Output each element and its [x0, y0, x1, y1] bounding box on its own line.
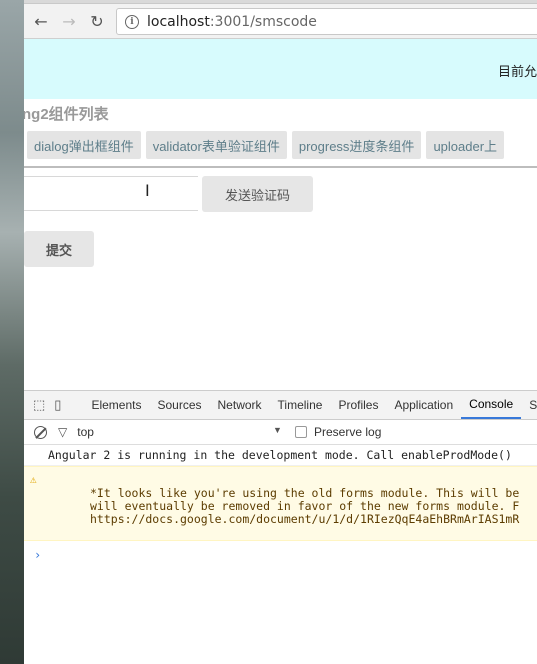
top-banner: 目前允: [24, 39, 537, 99]
tab-validator[interactable]: validator表单验证组件: [145, 131, 287, 159]
preserve-log-checkbox[interactable]: [295, 426, 307, 438]
tab-security[interactable]: S: [521, 391, 537, 419]
warning-message: ⚠ *It looks like you're using the old fo…: [24, 466, 537, 541]
url-path: :3001/smscode: [209, 13, 317, 30]
component-list-title: ng2组件列表: [24, 106, 109, 123]
warning-text: *It looks like you're using the old form…: [90, 486, 520, 526]
tab-network[interactable]: Network: [210, 391, 270, 419]
tab-console[interactable]: Console: [461, 391, 522, 419]
banner-text: 目前允: [497, 65, 537, 80]
filter-icon[interactable]: ▽: [58, 425, 67, 439]
arrow-right-icon: →: [62, 11, 76, 31]
reload-icon: ↻: [90, 11, 104, 31]
arrow-left-icon: ←: [34, 11, 48, 31]
submit-button[interactable]: 提交: [24, 231, 94, 267]
tab-timeline[interactable]: Timeline: [270, 391, 331, 419]
device-toolbar-icon[interactable]: ▯: [54, 397, 61, 413]
divider: [24, 166, 537, 168]
text-cursor-icon: I: [145, 181, 150, 200]
console-prompt[interactable]: ›: [24, 545, 537, 565]
console-toolbar: ▽ top ▼ Preserve log: [24, 420, 537, 445]
log-line: Angular 2 is running in the development …: [24, 445, 537, 466]
page-content: 目前允 ng2组件列表 dialog弹出框组件 validator表单验证组件 …: [24, 39, 537, 391]
devtools-tabbar: ⬚ ▯ Elements Sources Network Timeline Pr…: [24, 390, 537, 420]
back-button[interactable]: ←: [30, 10, 52, 32]
console-output: Angular 2 is running in the development …: [24, 445, 537, 565]
component-tabs: dialog弹出框组件 validator表单验证组件 progress进度条组…: [27, 131, 505, 159]
inspect-element-icon[interactable]: ⬚: [33, 397, 45, 413]
browser-toolbar: ← → ↻ i localhost:3001/smscode: [24, 4, 537, 39]
info-icon[interactable]: i: [125, 14, 139, 29]
desktop-wallpaper: [0, 0, 24, 664]
url-host: localhost: [147, 13, 210, 30]
tab-uploader[interactable]: uploader上: [426, 131, 505, 159]
warning-icon: ⚠: [30, 473, 37, 486]
dropdown-arrow-icon[interactable]: ▼: [273, 425, 282, 435]
context-selector[interactable]: top: [77, 425, 94, 439]
tab-dialog[interactable]: dialog弹出框组件: [27, 131, 141, 159]
devtools-panel: ⬚ ▯ Elements Sources Network Timeline Pr…: [24, 390, 537, 664]
tab-profiles[interactable]: Profiles: [330, 391, 386, 419]
phone-input[interactable]: [24, 176, 198, 211]
preserve-log-label: Preserve log: [314, 425, 382, 439]
browser-window: ← → ↻ i localhost:3001/smscode 目前允 ng2组件…: [24, 0, 537, 664]
preserve-log-toggle[interactable]: Preserve log: [295, 425, 381, 439]
tab-elements[interactable]: Elements: [83, 391, 149, 419]
forward-button[interactable]: →: [58, 10, 80, 32]
tab-progress[interactable]: progress进度条组件: [291, 131, 422, 159]
address-bar[interactable]: i localhost:3001/smscode: [116, 8, 537, 35]
clear-console-icon[interactable]: [34, 425, 47, 439]
send-code-button[interactable]: 发送验证码: [202, 176, 313, 212]
tab-application[interactable]: Application: [386, 391, 461, 419]
tab-sources[interactable]: Sources: [149, 391, 209, 419]
reload-button[interactable]: ↻: [86, 10, 108, 32]
